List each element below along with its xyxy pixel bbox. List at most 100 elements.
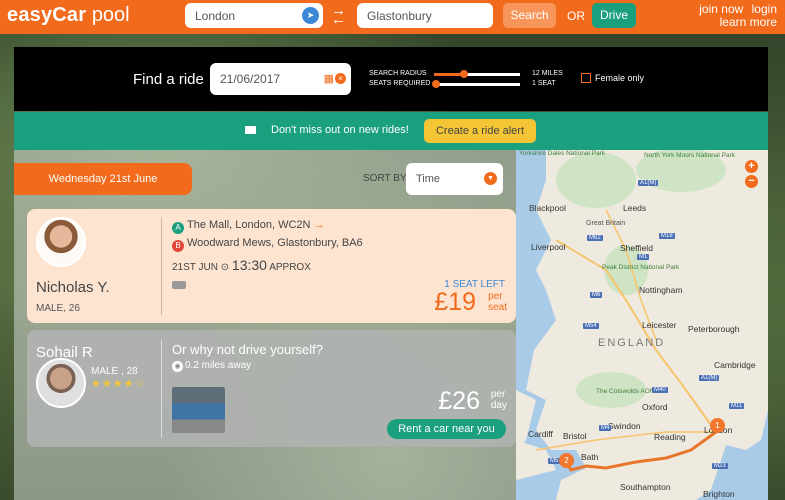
map-city-label: Peterborough bbox=[688, 324, 740, 334]
map-city-label: Bath bbox=[581, 452, 599, 462]
map-city-label: Swindon bbox=[608, 421, 641, 431]
road-badge: M11 bbox=[729, 403, 745, 409]
to-input[interactable]: Glastonbury bbox=[357, 3, 493, 28]
road-badge: M1 bbox=[637, 254, 650, 260]
from-input[interactable]: London ➤ bbox=[185, 3, 323, 28]
female-only-checkbox[interactable] bbox=[581, 73, 591, 83]
locate-icon[interactable]: ➤ bbox=[302, 7, 319, 24]
distance-line: ◉ 0.2 miles away bbox=[172, 360, 251, 372]
calendar-icon[interactable]: ▦ bbox=[324, 72, 334, 85]
arrow-right-icon: → bbox=[313, 219, 325, 231]
alert-text: Don't miss out on new rides! bbox=[271, 124, 409, 136]
create-alert-button[interactable]: Create a ride alert bbox=[424, 119, 536, 143]
radius-slider[interactable] bbox=[434, 70, 520, 78]
map-city-label: Cambridge bbox=[714, 360, 756, 370]
route-end-marker[interactable]: 2 bbox=[559, 453, 574, 468]
dropoff-address: Woodward Mews, Glastonbury, BA6 bbox=[187, 237, 363, 249]
map-region-label: ENGLAND bbox=[598, 337, 666, 349]
radius-value: 12 MILES bbox=[532, 70, 563, 77]
driver-info: MALE, 26 bbox=[36, 303, 80, 314]
search-button[interactable]: Search bbox=[503, 3, 556, 28]
drive-button[interactable]: Drive bbox=[592, 3, 636, 28]
ride-card[interactable]: Nicholas Y. MALE, 26 A The Mall, London, … bbox=[27, 209, 516, 323]
route-start-marker[interactable]: 1 bbox=[710, 418, 725, 433]
from-input-value: London bbox=[195, 9, 236, 23]
drive-question: Or why not drive yourself? bbox=[172, 342, 324, 357]
car-icon bbox=[172, 281, 186, 289]
clock-icon: ⊙ bbox=[220, 262, 230, 273]
map-city-label: Reading bbox=[654, 432, 686, 442]
learn-more-link[interactable]: learn more bbox=[720, 15, 777, 29]
pickup-address: The Mall, London, WC2N bbox=[187, 219, 311, 231]
location-icon: ◉ bbox=[172, 361, 183, 372]
map-city-label: Liverpool bbox=[531, 242, 566, 252]
ride-approx: APPROX bbox=[269, 262, 311, 273]
date-tab[interactable]: Wednesday 21st June bbox=[14, 163, 192, 195]
zoom-in-button[interactable]: + bbox=[745, 160, 758, 173]
find-ride-title: Find a ride bbox=[133, 71, 204, 88]
seats-label: SEATS REQUIRED bbox=[369, 80, 431, 87]
ride-alert-bar: Don't miss out on new rides! Create a ri… bbox=[14, 112, 768, 150]
clear-date-icon[interactable]: × bbox=[335, 73, 346, 84]
login-link[interactable]: login bbox=[752, 2, 777, 16]
seats-slider[interactable] bbox=[431, 80, 520, 88]
find-ride-bar: Find a ride 21/06/2017 ▦ × SEARCH RADIUS… bbox=[14, 47, 768, 111]
logo[interactable]: easyCar pool bbox=[7, 4, 130, 27]
avatar bbox=[36, 217, 86, 267]
road-badge: M23 bbox=[712, 463, 728, 469]
zoom-out-button[interactable]: − bbox=[745, 175, 758, 188]
chevron-down-icon: ▼ bbox=[484, 172, 497, 185]
map-city-label: Blackpool bbox=[529, 203, 566, 213]
ride-price: £19 bbox=[434, 288, 476, 316]
map-park-label: Yorkshire Dales National Park bbox=[519, 150, 606, 157]
rental-price: £26 bbox=[438, 387, 480, 415]
distance-value: 0.2 miles away bbox=[185, 360, 252, 371]
account-links: join now login learn more bbox=[694, 3, 777, 29]
map-city-label: Leicester bbox=[642, 320, 677, 330]
results-list: Wednesday 21st June SORT BY Time ▼ Nicho… bbox=[14, 150, 516, 500]
road-badge: A1(M) bbox=[638, 180, 659, 186]
pickup-line: A The Mall, London, WC2N → bbox=[172, 219, 325, 234]
sort-label: SORT BY bbox=[363, 173, 407, 184]
radius-label: SEARCH RADIUS bbox=[369, 70, 427, 77]
road-badge: M62 bbox=[587, 235, 603, 241]
to-input-value: Glastonbury bbox=[367, 9, 432, 23]
dropoff-line: B Woodward Mews, Glastonbury, BA6 bbox=[172, 237, 363, 252]
rent-car-button[interactable]: Rent a car near you bbox=[387, 419, 506, 439]
join-link[interactable]: join now bbox=[699, 2, 743, 16]
date-input[interactable]: 21/06/2017 ▦ × bbox=[210, 63, 351, 95]
map-city-label: Leeds bbox=[623, 203, 647, 213]
map-city-label: Cardiff bbox=[528, 429, 553, 439]
radius-slider-handle[interactable] bbox=[460, 70, 469, 78]
road-badge: M54 bbox=[583, 323, 599, 329]
female-only-label: Female only bbox=[595, 73, 645, 83]
or-label: OR bbox=[567, 9, 585, 23]
pickup-pin-icon: A bbox=[172, 222, 184, 234]
map-city-label: Bristol bbox=[563, 431, 587, 441]
star-rating: ★★★★☆ bbox=[91, 378, 146, 390]
road-badge: M6 bbox=[590, 292, 603, 298]
driver-name: Nicholas Y. bbox=[36, 279, 110, 296]
price-unit: per seat bbox=[488, 291, 507, 313]
sort-value: Time bbox=[416, 173, 441, 185]
route-map[interactable]: Yorkshire Dales National Park North York… bbox=[516, 150, 768, 500]
sort-select[interactable]: Time ▼ bbox=[406, 163, 503, 195]
road-badge: M18 bbox=[659, 233, 675, 239]
map-park-label: The Cotswolds AONB bbox=[596, 388, 659, 395]
swap-icon[interactable]: → ← bbox=[331, 3, 349, 27]
mail-icon bbox=[245, 126, 256, 134]
map-city-label: Oxford bbox=[642, 402, 668, 412]
seats-value: 1 SEAT bbox=[532, 80, 556, 87]
drive-card[interactable]: Sohail R MALE , 28 ★★★★☆ Or why not driv… bbox=[27, 330, 516, 447]
top-navbar: easyCar pool London ➤ → ← Glastonbury Sea… bbox=[0, 0, 785, 34]
road-badge: M4 bbox=[599, 425, 612, 431]
seats-slider-handle[interactable] bbox=[431, 80, 440, 88]
dropoff-pin-icon: B bbox=[172, 240, 184, 252]
map-city-label: Southampton bbox=[620, 482, 671, 492]
map-park-label: North York Moors National Park bbox=[644, 152, 736, 159]
ride-time: 13:30 bbox=[231, 257, 267, 273]
ride-datetime: 21ST JUN ⊙ 13:30 APPROX bbox=[172, 257, 311, 273]
car-thumbnail[interactable] bbox=[172, 387, 225, 433]
road-badge: M40 bbox=[652, 387, 668, 393]
map-label: Great Britain bbox=[586, 220, 626, 227]
